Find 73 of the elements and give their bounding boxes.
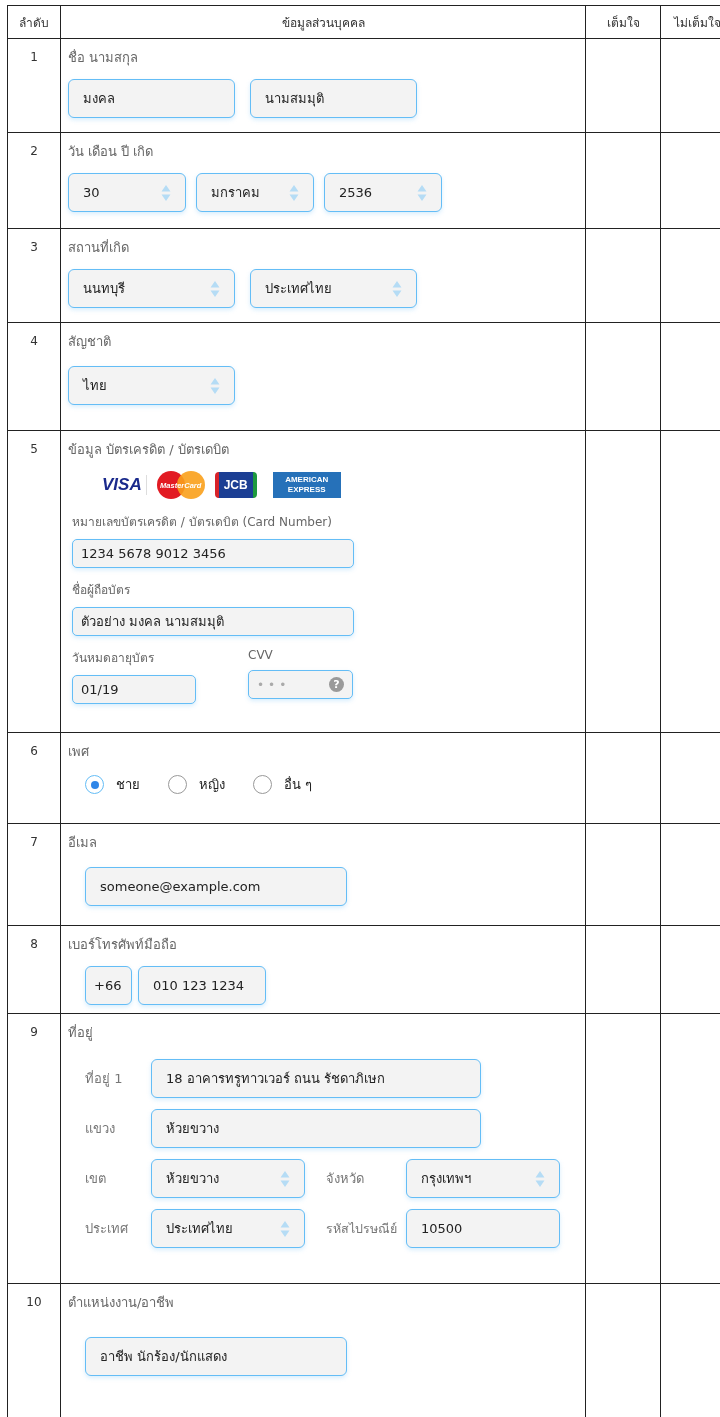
row-number: 4 <box>30 334 38 348</box>
select-arrows-icon <box>161 183 171 202</box>
field-label: CVV <box>248 648 273 662</box>
row-number: 5 <box>30 442 38 456</box>
row-number: 6 <box>30 744 38 758</box>
select-arrows-icon <box>417 183 427 202</box>
select-field[interactable]: ประเทศไทย <box>250 269 417 308</box>
column-header: ข้อมูลส่วนบุคคล <box>61 6 586 39</box>
field-label: ที่อยู่ 1 <box>85 1069 124 1089</box>
text-field[interactable]: นามสมมุติ <box>250 79 417 118</box>
text-field[interactable]: 1234 5678 9012 3456 <box>72 539 354 568</box>
select-arrows-icon <box>210 279 220 298</box>
field-label: หมายเลขบัตรเครดิต / บัตรเดบิต (Card Number) <box>72 514 332 531</box>
select-field[interactable]: นนทบุรี <box>68 269 235 308</box>
row-number: 2 <box>30 144 38 158</box>
select-field[interactable]: ไทย <box>68 366 235 405</box>
select-arrows-icon <box>392 279 402 298</box>
radio-option[interactable]: ชาย <box>85 774 140 795</box>
text-field[interactable]: 010 123 1234 <box>138 966 266 1005</box>
row-number: 3 <box>30 240 38 254</box>
radio-option[interactable]: หญิง <box>168 774 225 795</box>
column-header: ลำดับ <box>8 6 61 39</box>
text-field[interactable]: มงคล <box>68 79 235 118</box>
select-arrows-icon <box>280 1219 290 1238</box>
radio-icon[interactable] <box>85 775 104 794</box>
field-label: แขวง <box>85 1120 116 1138</box>
field-label: วัน เดือน ปี เกิด <box>68 143 154 161</box>
select-field[interactable]: มกราคม <box>196 173 314 212</box>
row-number: 10 <box>26 1295 42 1309</box>
card-logo: JCB <box>214 472 257 498</box>
field-label: วันหมดอายุบัตร <box>72 650 154 667</box>
field-label: รหัสไปรษณีย์ <box>326 1219 398 1238</box>
card-logo: AMERICAN EXPRESS <box>272 472 341 498</box>
select-field[interactable]: กรุงเทพฯ <box>406 1159 560 1198</box>
select-field[interactable]: ประเทศไทย <box>151 1209 305 1248</box>
field-label: เบอร์โทรศัพท์มือถือ <box>68 936 177 954</box>
field-label: เพศ <box>68 743 89 761</box>
select-arrows-icon <box>280 1169 290 1188</box>
field-label: ชื่อ นามสกุล <box>68 48 139 68</box>
field-label: อีเมล <box>68 834 97 852</box>
field-label: จังหวัด <box>326 1170 365 1188</box>
text-field[interactable]: ตัวอย่าง มงคล นามสมมุติ <box>72 607 354 636</box>
field-label: ข้อมูล บัตรเครดิต / บัตรเดบิต <box>68 441 229 460</box>
select-arrows-icon <box>289 183 299 202</box>
field-label: ประเทศ <box>85 1220 129 1238</box>
text-field[interactable]: someone@example.com <box>85 867 347 906</box>
row-number: 7 <box>30 835 38 849</box>
select-arrows-icon <box>535 1169 545 1188</box>
field-label: ตำแหน่งงาน/อาชีพ <box>68 1294 175 1312</box>
field-label: ชื่อผู้ถือบัตร <box>72 580 130 599</box>
select-field[interactable]: 30 <box>68 173 186 212</box>
row-number: 9 <box>30 1025 38 1039</box>
column-header: เต็มใจ <box>586 6 661 39</box>
row-number: 1 <box>30 50 38 64</box>
field-label: สถานที่เกิด <box>68 238 129 257</box>
row-number: 8 <box>30 937 38 951</box>
select-field[interactable]: ห้วยขวาง <box>151 1159 305 1198</box>
field-label: ที่อยู่ <box>68 1023 93 1043</box>
text-field[interactable]: 18 อาคารทรูทาวเวอร์ ถนน รัชดาภิเษก <box>151 1059 481 1098</box>
text-field[interactable]: 10500 <box>406 1209 560 1248</box>
radio-icon[interactable] <box>168 775 187 794</box>
radio-icon[interactable] <box>253 775 272 794</box>
text-field[interactable]: อาชีพ นักร้อง/นักแสดง <box>85 1337 347 1376</box>
field-label: เขต <box>85 1170 107 1188</box>
radio-option[interactable]: อื่น ๆ <box>253 774 313 795</box>
text-field[interactable]: 01/19 <box>72 675 196 704</box>
card-logo: VISA <box>98 475 147 495</box>
field-label: สัญชาติ <box>68 333 111 351</box>
select-arrows-icon <box>210 376 220 395</box>
select-field[interactable]: 2536 <box>324 173 442 212</box>
text-field[interactable]: ห้วยขวาง <box>151 1109 481 1148</box>
text-field[interactable]: +66 <box>85 966 132 1005</box>
column-header: ไม่เต็มใจ <box>661 6 720 39</box>
